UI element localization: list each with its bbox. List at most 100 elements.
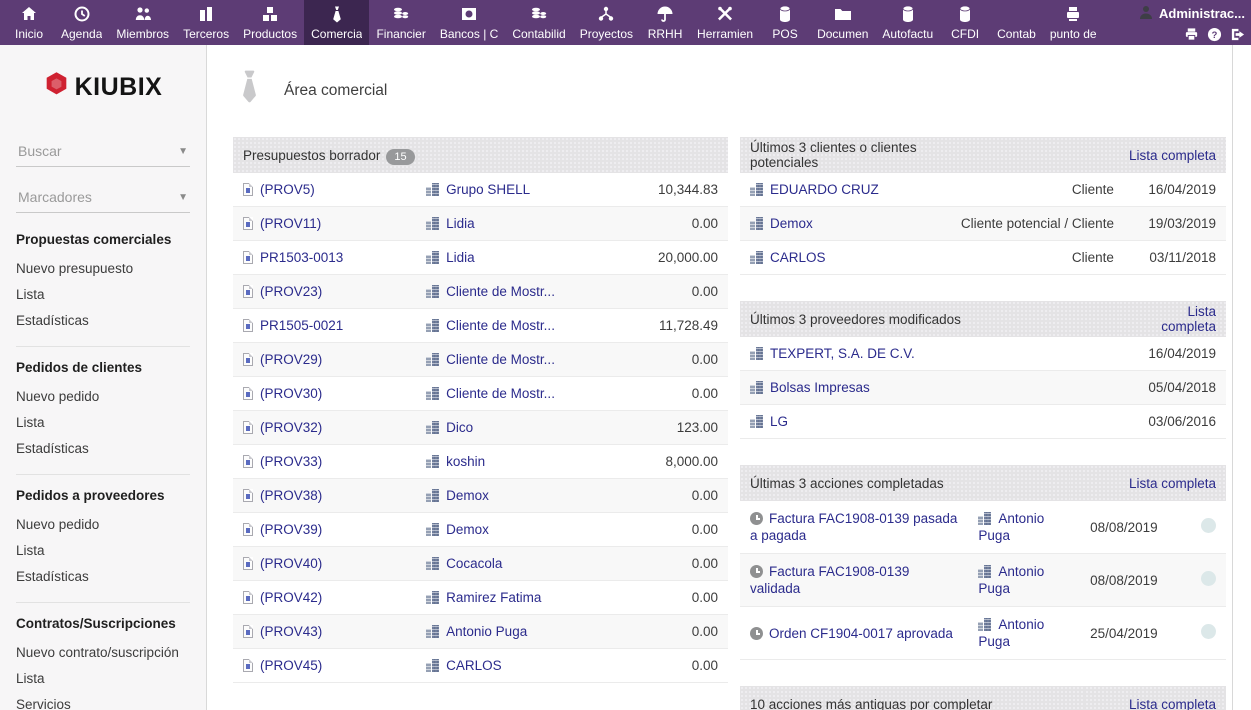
print-icon[interactable]	[1184, 27, 1199, 42]
nav-contabilidad[interactable]: Contabilid	[505, 0, 572, 45]
sidebar-item-estadisticas-propuestas[interactable]: Estadísticas	[16, 308, 190, 334]
date: 16/04/2019	[1119, 337, 1226, 371]
customer-link[interactable]: Demox	[770, 216, 813, 231]
company-icon	[750, 217, 763, 230]
customer-link[interactable]: CARLOS	[770, 250, 826, 265]
document-icon	[243, 183, 253, 196]
company-link[interactable]: Antonio Puga	[446, 624, 527, 639]
bookmarks-select[interactable]: Marcadores ▼	[16, 181, 190, 213]
proposal-ref-link[interactable]: PR1503-0013	[260, 250, 343, 265]
sidebar-item-lista-pedidos-clientes[interactable]: Lista	[16, 410, 190, 436]
action-link[interactable]: Factura FAC1908-0139 pasada a pagada	[750, 511, 957, 543]
nav-proyectos[interactable]: Proyectos	[573, 0, 640, 45]
sidebar-title-pedidos-proveedores[interactable]: Pedidos a proveedores	[16, 488, 190, 503]
company-link[interactable]: Ramirez Fatima	[446, 590, 541, 605]
proposal-ref-link[interactable]: (PROV39)	[260, 522, 322, 537]
proposal-ref-link[interactable]: (PROV40)	[260, 556, 322, 571]
proposal-ref-link[interactable]: (PROV30)	[260, 386, 322, 401]
proposal-ref-link[interactable]: PR1505-0021	[260, 318, 343, 333]
sidebar-item-estadisticas-pedidos-clientes[interactable]: Estadísticas	[16, 436, 190, 462]
sidebar-item-lista-pedidos-proveedores[interactable]: Lista	[16, 538, 190, 564]
nav-autofactura[interactable]: Autofactu	[875, 0, 940, 45]
sidebar-title-contratos[interactable]: Contratos/Suscripciones	[16, 616, 190, 631]
amount: 0.00	[619, 547, 728, 581]
actions-todo-full-list-link[interactable]: Lista completa	[1129, 697, 1216, 710]
company-link[interactable]: Cliente de Mostr...	[446, 352, 555, 367]
sidebar-item-nuevo-contrato[interactable]: Nuevo contrato/suscripción	[16, 640, 190, 666]
customers-full-list-link[interactable]: Lista completa	[1129, 148, 1216, 163]
help-icon[interactable]: ?	[1207, 27, 1222, 42]
company-link[interactable]: Demox	[446, 488, 489, 503]
user-menu[interactable]: Administrac...	[1138, 4, 1245, 23]
sidebar-item-nuevo-pedido-cliente[interactable]: Nuevo pedido	[16, 384, 190, 410]
scrollbar-edge[interactable]	[1232, 45, 1233, 710]
table-row: (PROV43)Antonio Puga0.00	[233, 615, 728, 649]
nav-agenda[interactable]: Agenda	[54, 0, 109, 45]
sidebar-title-propuestas[interactable]: Propuestas comerciales	[16, 232, 190, 247]
nav-documentos[interactable]: Documen	[810, 0, 875, 45]
table-row: (PROV38)Demox0.00	[233, 479, 728, 513]
proposal-ref-link[interactable]: (PROV5)	[260, 182, 315, 197]
proposal-ref-link[interactable]: (PROV32)	[260, 420, 322, 435]
suppliers-full-list-link[interactable]: Lista completa	[1161, 304, 1216, 334]
company-link[interactable]: CARLOS	[446, 658, 502, 673]
table-row: EDUARDO CRUZCliente16/04/2019	[740, 173, 1226, 207]
nav-productos[interactable]: Productos	[236, 0, 304, 45]
sidebar-item-estadisticas-pedidos-proveedores[interactable]: Estadísticas	[16, 564, 190, 590]
proposal-ref-link[interactable]: (PROV38)	[260, 488, 322, 503]
chevron-down-icon: ▼	[178, 146, 188, 157]
table-row: (PROV29)Cliente de Mostr...0.00	[233, 343, 728, 377]
company-link[interactable]: Grupo SHELL	[446, 182, 530, 197]
nav-terceros[interactable]: Terceros	[176, 0, 236, 45]
nav-comercial-active[interactable]: Comercia	[304, 0, 369, 45]
company-link[interactable]: Lidia	[446, 250, 475, 265]
sidebar-item-lista-contratos[interactable]: Lista	[16, 666, 190, 692]
action-link[interactable]: Factura FAC1908-0139 validada	[750, 564, 909, 596]
table-header-row: Últimos 3 clientes o clientes potenciale…	[740, 137, 1226, 173]
proposal-ref-link[interactable]: (PROV23)	[260, 284, 322, 299]
nav-inicio[interactable]: Inicio	[4, 0, 54, 45]
nav-miembros[interactable]: Miembros	[109, 0, 176, 45]
proposal-ref-link[interactable]: (PROV45)	[260, 658, 322, 673]
sidebar-item-nuevo-pedido-proveedor[interactable]: Nuevo pedido	[16, 512, 190, 538]
proposal-ref-link[interactable]: (PROV42)	[260, 590, 322, 605]
company-icon	[426, 659, 439, 672]
table-header-row: Últimas 3 acciones completadas Lista com…	[740, 465, 1226, 501]
action-link[interactable]: Orden CF1904-0017 aprovada	[769, 626, 953, 641]
sidebar-title-pedidos-clientes[interactable]: Pedidos de clientes	[16, 360, 190, 375]
nav-cfdi[interactable]: CFDI	[940, 0, 990, 45]
sidebar-item-servicios[interactable]: Servicios	[16, 692, 190, 710]
company-link[interactable]: Dico	[446, 420, 473, 435]
table-row: TEXPERT, S.A. DE C.V. 16/04/2019	[740, 337, 1226, 371]
sidebar-item-nuevo-presupuesto[interactable]: Nuevo presupuesto	[16, 256, 190, 282]
thirdparties-icon	[196, 4, 216, 24]
proposal-ref-link[interactable]: (PROV11)	[260, 216, 321, 231]
company-link[interactable]: Cliente de Mostr...	[446, 284, 555, 299]
company-link[interactable]: Demox	[446, 522, 489, 537]
supplier-link[interactable]: Bolsas Impresas	[770, 380, 870, 395]
supplier-link[interactable]: TEXPERT, S.A. DE C.V.	[770, 346, 915, 361]
proposal-ref-link[interactable]: (PROV43)	[260, 624, 322, 639]
nav-bancos[interactable]: Bancos | C	[433, 0, 505, 45]
proposal-ref-link[interactable]: (PROV33)	[260, 454, 322, 469]
logout-icon[interactable]	[1230, 27, 1245, 42]
commercial-tie-icon	[327, 4, 347, 24]
nav-rrhh[interactable]: RRHH	[640, 0, 690, 45]
company-link[interactable]: Cocacola	[446, 556, 502, 571]
actions-done-full-list-link[interactable]: Lista completa	[1129, 476, 1216, 491]
sidebar-item-lista-propuestas[interactable]: Lista	[16, 282, 190, 308]
company-link[interactable]: Lidia	[446, 216, 475, 231]
nav-punto-de-venta[interactable]: punto de	[1043, 0, 1104, 45]
nav-financiera[interactable]: Financier	[369, 0, 432, 45]
search-select[interactable]: Buscar ▼	[16, 135, 190, 167]
nav-contab[interactable]: Contab	[990, 0, 1043, 45]
customers-title: Últimos 3 clientes o clientes potenciale…	[740, 137, 944, 173]
supplier-link[interactable]: LG	[770, 414, 788, 429]
proposal-ref-link[interactable]: (PROV29)	[260, 352, 322, 367]
company-link[interactable]: Cliente de Mostr...	[446, 386, 555, 401]
nav-pos[interactable]: POS	[760, 0, 810, 45]
customer-link[interactable]: EDUARDO CRUZ	[770, 182, 879, 197]
company-link[interactable]: koshin	[446, 454, 485, 469]
nav-herramientas[interactable]: Herramien	[690, 0, 760, 45]
company-link[interactable]: Cliente de Mostr...	[446, 318, 555, 333]
